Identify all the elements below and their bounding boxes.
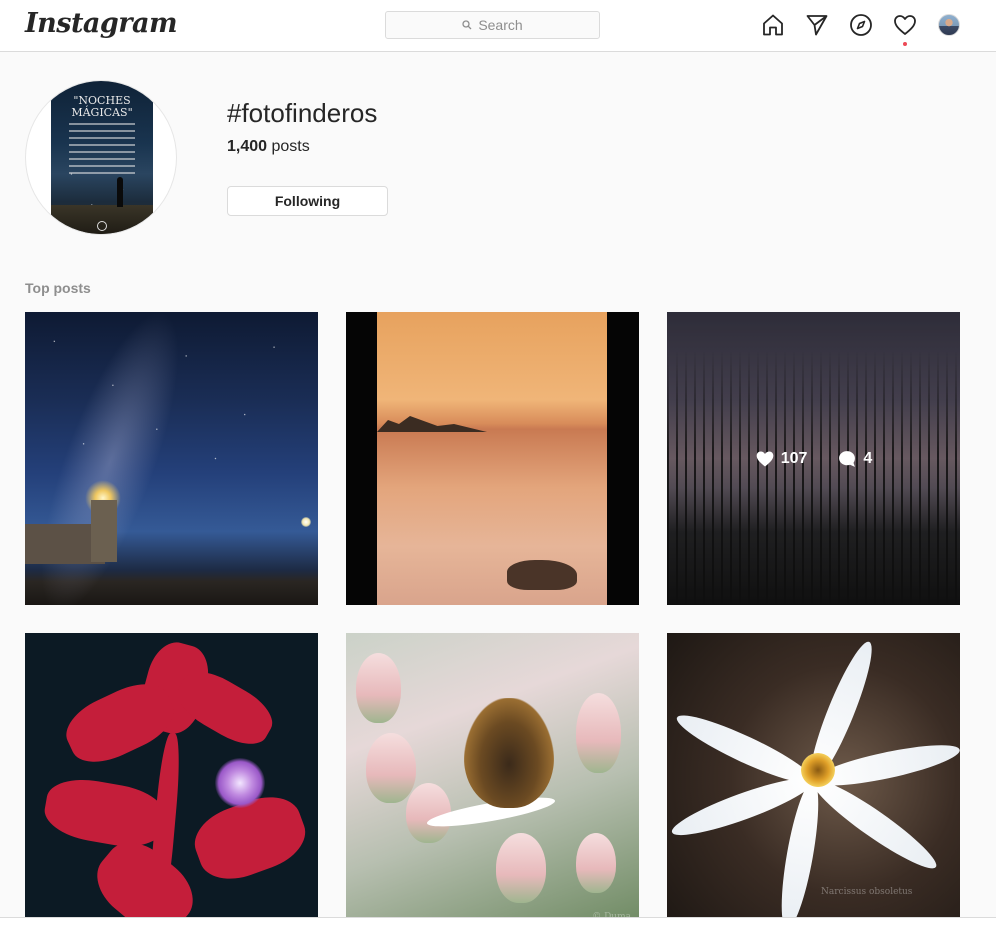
search-placeholder: Search bbox=[478, 17, 523, 33]
comment-icon bbox=[839, 450, 856, 467]
instagram-logo[interactable]: Instagram bbox=[25, 8, 178, 39]
heart-icon bbox=[756, 451, 774, 466]
post-count: 1,400 posts bbox=[227, 138, 310, 156]
search-icon bbox=[462, 20, 472, 30]
following-button[interactable]: Following bbox=[227, 186, 388, 216]
comments-stat: 4 bbox=[837, 449, 872, 469]
hashtag-title: #fotofinderos bbox=[227, 98, 378, 128]
poster-title: "NOCHES MÁGICAS" bbox=[71, 94, 133, 119]
likes-count: 107 bbox=[780, 449, 808, 467]
watermark-narcissus: Narcissus obsoletus bbox=[821, 887, 913, 897]
flower-center bbox=[801, 753, 835, 787]
activity-heart-icon[interactable] bbox=[893, 13, 917, 37]
post-sunset-lake[interactable] bbox=[346, 312, 639, 605]
search-input[interactable]: Search bbox=[385, 11, 600, 39]
poster-logo-icon bbox=[97, 221, 107, 231]
post-reeds-dusk[interactable]: 107 4 bbox=[667, 312, 960, 605]
purple-flower bbox=[215, 758, 265, 808]
post-count-suffix: posts bbox=[271, 138, 310, 155]
home-icon[interactable] bbox=[761, 13, 785, 37]
explore-icon[interactable] bbox=[849, 13, 873, 37]
post-red-geranium[interactable] bbox=[25, 633, 318, 926]
notification-dot bbox=[903, 42, 907, 46]
post-lighthouse-night[interactable] bbox=[25, 312, 318, 605]
likes-stat: 107 bbox=[755, 449, 808, 469]
post-white-narcissus[interactable]: Narcissus obsoletus bbox=[667, 633, 960, 926]
hashtag-avatar: "NOCHES MÁGICAS" bbox=[25, 80, 177, 235]
profile-avatar[interactable] bbox=[938, 14, 960, 36]
post-count-value: 1,400 bbox=[227, 138, 268, 155]
post-bee-flower[interactable]: © Duma bbox=[346, 633, 639, 926]
top-posts-label: Top posts bbox=[25, 280, 91, 296]
poster-image: "NOCHES MÁGICAS" bbox=[51, 81, 153, 234]
top-nav: Instagram Search bbox=[0, 0, 996, 52]
post-hover-overlay: 107 4 bbox=[667, 312, 960, 605]
bee bbox=[464, 698, 554, 808]
direct-icon[interactable] bbox=[805, 13, 829, 37]
comments-count: 4 bbox=[863, 449, 873, 467]
bottom-bar bbox=[0, 918, 996, 948]
